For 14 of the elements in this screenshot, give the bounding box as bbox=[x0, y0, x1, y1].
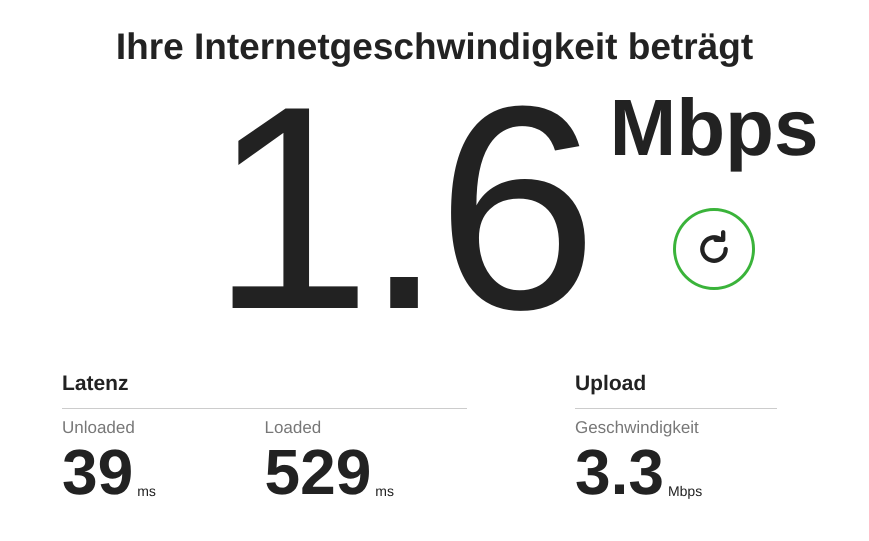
metric-unit: ms bbox=[137, 484, 156, 498]
metric-value: 39 bbox=[62, 446, 134, 498]
speed-value: 1.6 bbox=[210, 78, 590, 338]
section-heading: Upload bbox=[575, 368, 777, 409]
metric-unit: ms bbox=[375, 484, 394, 498]
section-heading: Latenz bbox=[62, 368, 467, 409]
metric-value: 529 bbox=[264, 446, 372, 498]
metric-label: Unloaded bbox=[62, 418, 136, 436]
metric-unit: Mbps bbox=[668, 484, 702, 498]
metric-value: 3.3 bbox=[575, 446, 664, 498]
refresh-button[interactable] bbox=[673, 208, 756, 290]
metric-label: Geschwindigkeit bbox=[575, 418, 700, 436]
page-title: Ihre Internetgeschwindigkeit beträgt bbox=[116, 25, 754, 69]
metric-label: Loaded bbox=[264, 418, 322, 436]
